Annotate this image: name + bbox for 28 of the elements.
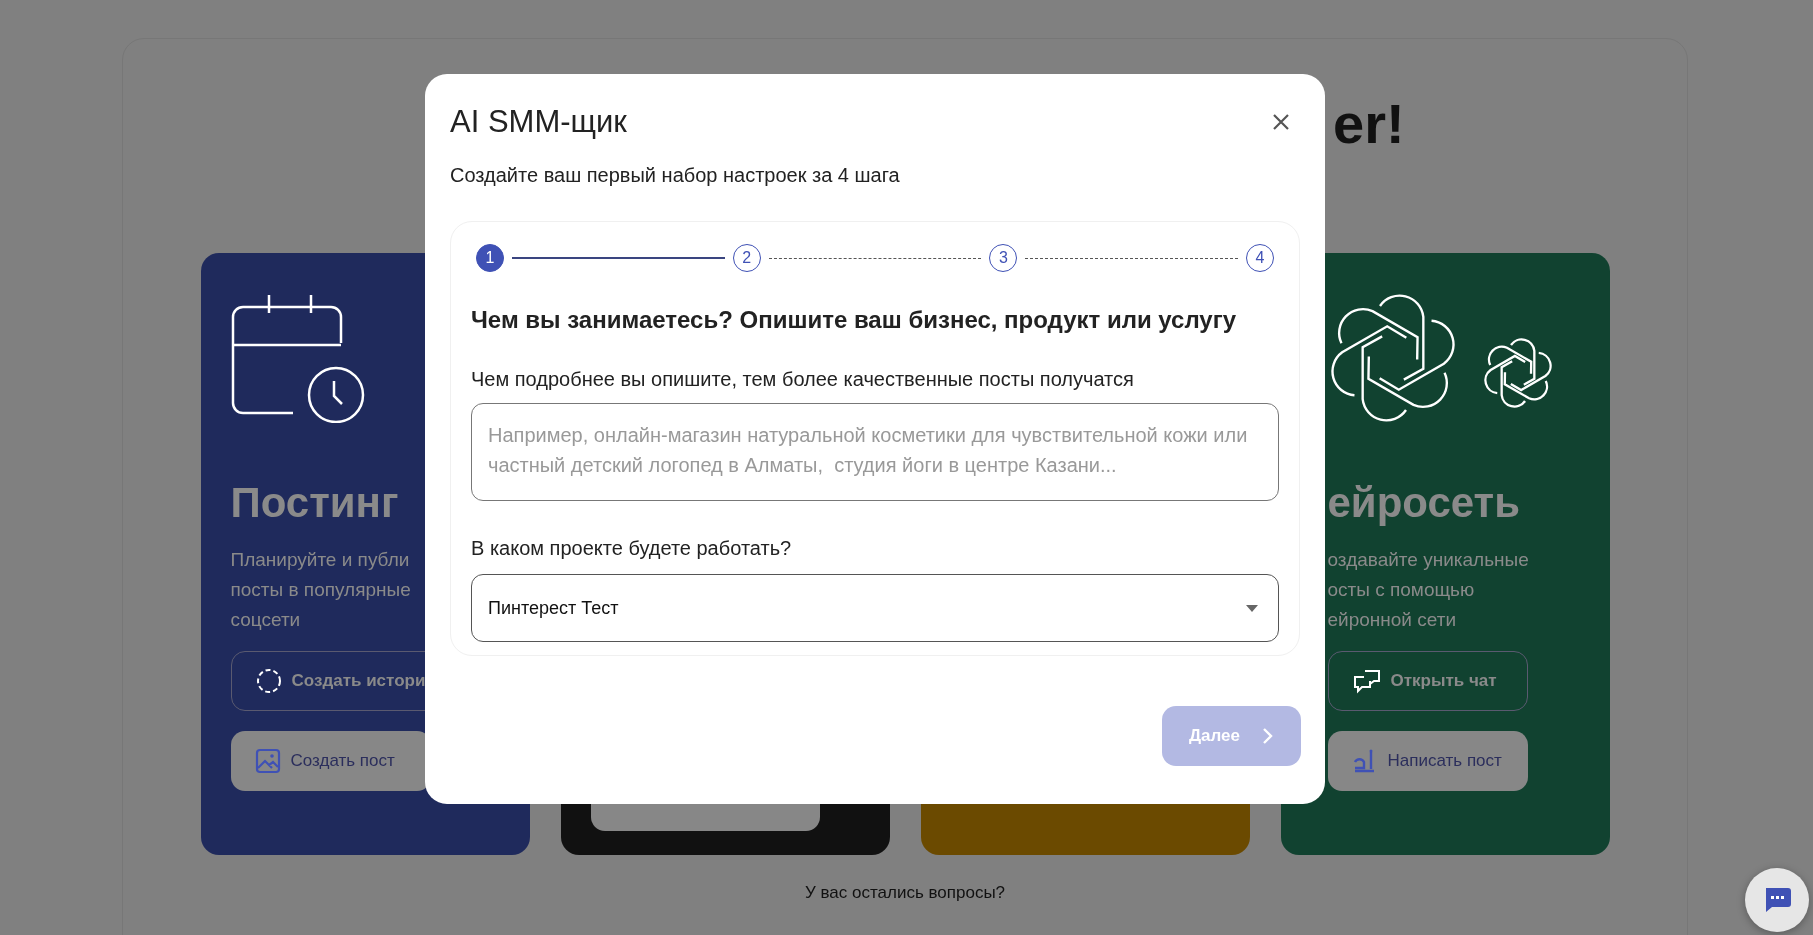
- image-icon: [254, 748, 281, 774]
- description-field[interactable]: Например, онлайн-магазин натуральной косметики для чувствительной кожи или частный детский логопед в Алматы, студия йоги в центре Казани...: [471, 403, 1279, 501]
- card-description: Планируйте и публи: [230, 548, 410, 572]
- card-button[interactable]: Написать пост: [1327, 731, 1528, 791]
- chevron-right-icon: [1262, 727, 1275, 745]
- field-label: Чем подробнее вы опишите, тем более качественные посты получатся: [471, 368, 1135, 391]
- caret-icon: [1246, 604, 1258, 612]
- card-description: посты в популярные: [230, 578, 411, 602]
- step-indicator: 1: [476, 244, 504, 272]
- field-label: В каком проекте будете работать?: [471, 537, 793, 560]
- questions-text: У вас остались вопросы?: [803, 883, 1007, 903]
- outline-button[interactable]: Открыть чат: [1327, 651, 1528, 711]
- page-title: er!: [1333, 92, 1405, 155]
- chat-icon: [1352, 668, 1381, 694]
- card-description: ейронной сети: [1327, 608, 1456, 632]
- close-icon: [1272, 113, 1290, 131]
- dialog-subtitle: Создайте ваш первый набор настроек за 4 шага: [450, 164, 901, 187]
- question-heading: Чем вы занимаетесь? Опишите ваш бизнес, продукт или услугу: [471, 306, 1238, 334]
- card-description: соцсети: [230, 608, 301, 632]
- card-title: Постинг: [230, 479, 399, 527]
- card-description: оздавайте уникальные: [1327, 548, 1529, 572]
- card-description: осты с помощью: [1327, 578, 1475, 602]
- project-select[interactable]: Пинтерест Тест: [471, 574, 1279, 642]
- dashed-circle-icon: [255, 668, 282, 694]
- chat-button[interactable]: [1745, 868, 1809, 932]
- card-title: ейросеть: [1327, 479, 1520, 527]
- dialog-title: AI SMM-щик: [450, 104, 627, 140]
- knot-icon: [1482, 338, 1553, 408]
